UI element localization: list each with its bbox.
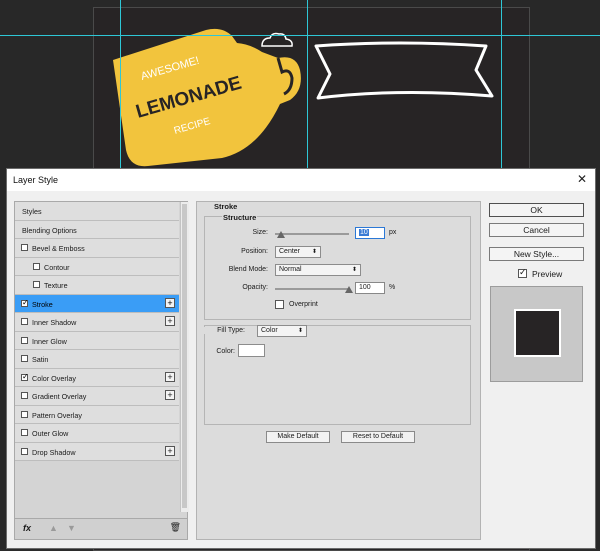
opacity-unit: % <box>389 284 396 291</box>
preview-label: Preview <box>532 269 563 279</box>
cancel-button[interactable]: Cancel <box>489 223 584 237</box>
style-item-label: Color Overlay <box>32 373 76 383</box>
style-item-label: Styles <box>22 207 42 216</box>
stroke-settings-panel: Stroke Structure Size: 10 px Position: C… <box>196 201 481 540</box>
style-item-bevel-emboss[interactable]: Bevel & Emboss <box>15 239 179 258</box>
add-style-icon[interactable]: + <box>165 371 175 382</box>
size-slider-thumb[interactable] <box>277 231 285 238</box>
blend-mode-dropdown[interactable]: Normal ⬍ <box>275 264 361 276</box>
style-item-satin[interactable]: Satin <box>15 350 179 369</box>
chevron-updown-icon: ⬍ <box>351 267 357 273</box>
blend-mode-label: Blend Mode: <box>228 266 268 273</box>
style-checkbox[interactable] <box>21 298 29 307</box>
opacity-input[interactable]: 100 <box>355 282 385 294</box>
style-checkbox[interactable] <box>21 372 29 381</box>
guide-line <box>0 35 600 36</box>
stroke-color-swatch[interactable] <box>238 344 265 357</box>
opacity-label: Opacity: <box>242 284 268 291</box>
style-checkbox[interactable] <box>33 281 40 288</box>
opacity-slider-track[interactable] <box>275 288 349 290</box>
ok-button[interactable]: OK <box>489 203 584 217</box>
style-item-label: Stroke <box>32 299 53 309</box>
dialog-title: Layer Style <box>13 175 59 185</box>
style-checkbox[interactable] <box>21 244 28 251</box>
color-label: Color: <box>216 348 235 355</box>
style-item-color-overlay[interactable]: Color Overlay + <box>15 368 179 387</box>
style-checkbox[interactable] <box>21 392 28 399</box>
add-style-icon[interactable]: + <box>165 390 175 400</box>
fill-type-group: Fill Type: Color ⬍ Color: <box>197 325 471 425</box>
style-item-contour[interactable]: Contour <box>15 257 179 276</box>
style-item-stroke[interactable]: Stroke + <box>15 294 179 313</box>
trash-icon[interactable]: 🗑 <box>170 522 181 533</box>
artwork: AWESOME! LEMONADE RECIPE <box>113 28 494 167</box>
style-item-label: Satin <box>32 355 49 364</box>
scrollbar-thumb[interactable] <box>182 204 187 508</box>
style-item-label: Texture <box>44 281 68 290</box>
style-item-label: Blending Options <box>22 225 77 235</box>
size-label: Size: <box>252 229 268 236</box>
style-item-styles[interactable]: Styles <box>15 202 179 221</box>
layer-style-dialog: Layer Style ✕ Styles Blending Options Beve… <box>6 168 596 549</box>
add-style-icon[interactable]: + <box>165 316 175 326</box>
styles-list: Styles Blending Options Bevel & Emboss Cont… <box>15 202 179 461</box>
position-label: Position: <box>241 248 268 255</box>
style-item-gradient-overlay[interactable]: Gradient Overlay + <box>15 387 179 406</box>
fx-icon[interactable]: fx <box>23 523 31 533</box>
style-item-outer-glow[interactable]: Outer Glow <box>15 424 179 443</box>
dialog-titlebar: Layer Style ✕ <box>7 169 595 191</box>
style-checkbox[interactable] <box>21 429 28 436</box>
size-input[interactable]: 10 <box>355 227 385 239</box>
structure-title: Structure <box>222 213 258 222</box>
chevron-updown-icon: ⬍ <box>311 249 317 255</box>
move-up-icon[interactable]: ▲ <box>49 523 58 533</box>
reset-to-default-button[interactable]: Reset to Default <box>341 431 415 443</box>
preview-box <box>490 286 583 382</box>
style-item-label: Outer Glow <box>32 429 69 438</box>
preview-swatch <box>514 309 561 357</box>
overprint-checkbox[interactable] <box>275 300 284 309</box>
style-item-label: Bevel & Emboss <box>32 244 85 253</box>
style-item-inner-glow[interactable]: Inner Glow <box>15 331 179 350</box>
size-slider-track[interactable] <box>275 233 349 235</box>
fill-type-dropdown[interactable]: Color ⬍ <box>257 325 307 337</box>
styles-list-scrollbar[interactable] <box>180 202 189 512</box>
style-checkbox[interactable] <box>21 355 28 362</box>
style-checkbox[interactable] <box>33 262 40 270</box>
close-icon[interactable]: ✕ <box>577 172 587 186</box>
opacity-slider-thumb[interactable] <box>345 286 353 293</box>
ribbon-banner <box>314 41 494 100</box>
style-checkbox[interactable] <box>21 336 28 344</box>
style-item-label: Inner Shadow <box>32 318 77 327</box>
styles-list-panel: Styles Blending Options Bevel & Emboss Cont… <box>14 201 189 540</box>
style-item-blending-options[interactable]: Blending Options <box>15 220 179 239</box>
style-checkbox[interactable] <box>21 318 28 325</box>
style-checkbox[interactable] <box>21 410 28 418</box>
style-item-label: Drop Shadow <box>32 447 76 457</box>
new-style-button[interactable]: New Style... <box>489 247 584 261</box>
preview-checkbox[interactable] <box>518 267 527 278</box>
move-down-icon[interactable]: ▼ <box>67 523 76 533</box>
style-item-pattern-overlay[interactable]: Pattern Overlay <box>15 405 179 424</box>
add-style-icon[interactable]: + <box>165 445 175 456</box>
style-item-drop-shadow[interactable]: Drop Shadow + <box>15 442 179 461</box>
fill-type-label: Fill Type: <box>197 327 245 334</box>
structure-group: Structure Size: 10 px Position: Center ⬍ … <box>204 213 471 320</box>
style-item-label: Inner Glow <box>32 336 67 346</box>
style-item-label: Gradient Overlay <box>32 392 87 401</box>
styles-list-footer: fx ▲ ▼ 🗑 <box>15 518 187 539</box>
stroke-section-title: Stroke <box>214 202 238 211</box>
chevron-updown-icon: ⬍ <box>297 328 303 334</box>
position-dropdown[interactable]: Center ⬍ <box>275 246 321 258</box>
style-item-label: Contour <box>44 262 70 272</box>
style-item-inner-shadow[interactable]: Inner Shadow + <box>15 313 179 332</box>
style-item-label: Pattern Overlay <box>32 410 82 420</box>
add-style-icon[interactable]: + <box>165 297 175 308</box>
overprint-label: Overprint <box>289 301 318 308</box>
make-default-button[interactable]: Make Default <box>266 431 330 443</box>
style-item-texture[interactable]: Texture <box>15 276 179 295</box>
size-unit: px <box>389 229 397 236</box>
style-checkbox[interactable] <box>21 447 28 455</box>
